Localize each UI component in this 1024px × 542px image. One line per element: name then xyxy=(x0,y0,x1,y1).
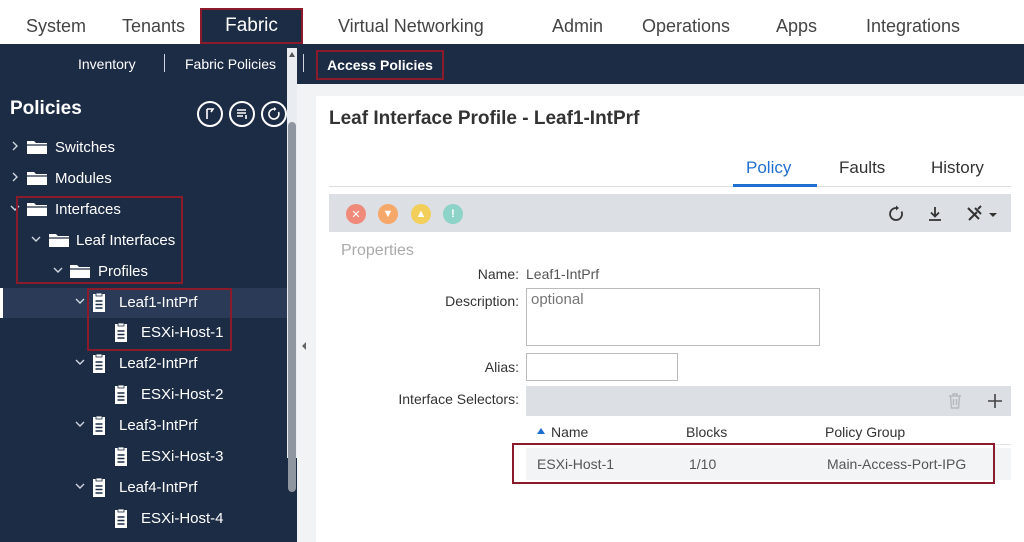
tree-item[interactable]: Leaf2-IntPrf xyxy=(0,349,287,379)
tree-item-label: Switches xyxy=(55,139,116,156)
tree-item[interactable]: ESXi-Host-2 xyxy=(0,380,287,410)
critical-fault-icon[interactable]: ✕ xyxy=(346,204,366,224)
tree-item-label: Leaf3-IntPrf xyxy=(119,417,198,434)
tab-apps[interactable]: Apps xyxy=(776,16,817,37)
tab-integrations[interactable]: Integrations xyxy=(866,16,960,37)
panel-top-gap xyxy=(316,84,1024,96)
tree-item-label: ESXi-Host-3 xyxy=(141,448,224,465)
highlight-selector-row xyxy=(512,443,995,484)
download-icon[interactable] xyxy=(925,204,945,224)
sidebar-title: Policies xyxy=(10,98,82,119)
top-nav: System Tenants Fabric Virtual Networking… xyxy=(0,0,1024,44)
chevron-right-icon[interactable] xyxy=(10,141,20,151)
tree-item[interactable]: Leaf3-IntPrf xyxy=(0,411,287,441)
description-field[interactable] xyxy=(526,288,820,346)
list-icon[interactable] xyxy=(229,101,255,127)
refresh-icon[interactable] xyxy=(261,101,287,127)
tree-item-label: ESXi-Host-2 xyxy=(141,386,224,403)
tab-operations[interactable]: Operations xyxy=(642,16,730,37)
tree-item[interactable]: Modules xyxy=(0,164,287,194)
tree-item-label: Leaf4-IntPrf xyxy=(119,479,198,496)
document-icon xyxy=(93,354,105,373)
add-icon[interactable] xyxy=(986,392,1004,410)
document-icon xyxy=(93,478,105,497)
sidebar-scrollbar-thumb[interactable] xyxy=(288,122,296,492)
tab-history[interactable]: History xyxy=(931,158,984,178)
document-icon xyxy=(115,385,127,404)
tools-icon[interactable] xyxy=(965,204,999,224)
subnav-separator xyxy=(164,54,165,72)
active-tab-indicator xyxy=(733,184,817,187)
properties-heading: Properties xyxy=(341,242,414,259)
column-header-policy-group[interactable]: Policy Group xyxy=(825,424,905,440)
alias-field[interactable] xyxy=(526,353,678,381)
tab-system[interactable]: System xyxy=(26,16,86,37)
chevron-down-icon[interactable] xyxy=(75,481,85,491)
highlight-interfaces xyxy=(16,196,183,284)
chevron-right-icon[interactable] xyxy=(10,172,20,182)
subnav-access-policies[interactable]: Access Policies xyxy=(316,50,444,80)
collapse-arrow-icon[interactable] xyxy=(302,342,306,350)
policy-toolbar: ✕ ▼ ▲ ! xyxy=(329,194,1011,232)
major-fault-icon[interactable]: ▼ xyxy=(378,204,398,224)
tab-virtual-networking[interactable]: Virtual Networking xyxy=(338,16,484,37)
chevron-down-icon[interactable] xyxy=(75,419,85,429)
subnav-fabric-policies[interactable]: Fabric Policies xyxy=(185,56,276,72)
document-icon xyxy=(115,509,127,528)
selectors-toolbar xyxy=(526,386,1011,416)
name-value: Leaf1-IntPrf xyxy=(526,266,600,282)
tree-item[interactable]: Switches xyxy=(0,133,287,163)
tab-faults[interactable]: Faults xyxy=(839,158,885,178)
tab-policy[interactable]: Policy xyxy=(746,158,791,178)
tree-item[interactable]: Leaf4-IntPrf xyxy=(0,473,287,503)
column-header-blocks[interactable]: Blocks xyxy=(686,424,727,440)
sub-nav: Inventory Fabric Policies Access Policie… xyxy=(0,44,1024,84)
document-icon xyxy=(115,447,127,466)
description-label: Description: xyxy=(445,293,519,309)
document-icon xyxy=(93,416,105,435)
pin-icon[interactable] xyxy=(197,101,223,127)
folder-icon xyxy=(27,141,47,154)
tree-item[interactable]: ESXi-Host-3 xyxy=(0,442,287,472)
tree-item-label: ESXi-Host-4 xyxy=(141,510,224,527)
chevron-down-icon[interactable] xyxy=(75,296,85,306)
trash-icon[interactable] xyxy=(946,392,964,410)
warning-fault-icon[interactable]: ! xyxy=(443,204,463,224)
panel-splitter[interactable] xyxy=(297,84,316,542)
page-title: Leaf Interface Profile - Leaf1-IntPrf xyxy=(329,108,640,129)
subnav-separator xyxy=(303,54,304,72)
sort-ascending-icon[interactable] xyxy=(537,428,545,434)
scroll-up-icon[interactable] xyxy=(289,52,295,57)
interface-selectors-label: Interface Selectors: xyxy=(398,391,519,407)
tree-item-label: Leaf2-IntPrf xyxy=(119,355,198,372)
subnav-inventory[interactable]: Inventory xyxy=(78,56,136,72)
tab-admin[interactable]: Admin xyxy=(552,16,603,37)
tab-fabric[interactable]: Fabric xyxy=(200,8,303,44)
tab-divider xyxy=(329,186,1011,187)
chevron-down-icon[interactable] xyxy=(75,357,85,367)
tree-item-label: Modules xyxy=(55,170,112,187)
folder-icon xyxy=(27,172,47,185)
column-header-name[interactable]: Name xyxy=(551,424,588,440)
highlight-leaf1 xyxy=(87,288,232,351)
name-label: Name: xyxy=(477,266,519,282)
tab-tenants[interactable]: Tenants xyxy=(122,16,185,37)
tree-item[interactable]: ESXi-Host-4 xyxy=(0,504,287,534)
minor-fault-icon[interactable]: ▲ xyxy=(411,204,431,224)
refresh-icon[interactable] xyxy=(886,204,906,224)
alias-label: Alias: xyxy=(484,359,519,375)
